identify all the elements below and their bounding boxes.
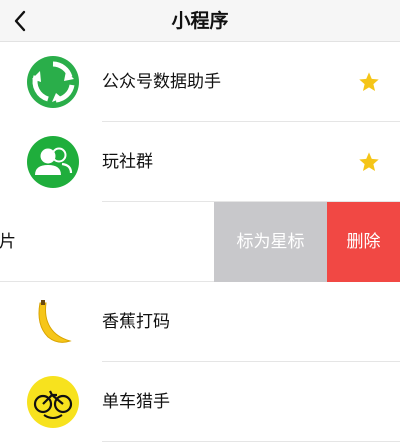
navigation-bar: 小程序: [0, 0, 400, 42]
list-item-label: 玩社群: [102, 152, 153, 172]
mark-star-button[interactable]: 标为星标: [214, 202, 327, 282]
list-item-gongzhonghao[interactable]: 公众号数据助手: [0, 42, 400, 122]
people-icon: [27, 136, 79, 188]
recycle-arrows-icon: [27, 56, 79, 108]
list-item-label: 香蕉打码: [102, 312, 170, 332]
list-item-kapian[interactable]: 卡片 标为星标 删除: [0, 202, 400, 282]
list-item-xiangjiao[interactable]: 香蕉打码: [0, 282, 400, 362]
bicycle-face-icon: [27, 376, 79, 428]
star-icon: [359, 152, 379, 171]
list-item-label: 卡片: [0, 232, 16, 252]
delete-button[interactable]: 删除: [327, 202, 400, 282]
list-item-wanshequn[interactable]: 玩社群: [0, 122, 400, 202]
list-item-label: 单车猎手: [102, 392, 170, 412]
banana-icon: [38, 300, 72, 343]
star-icon: [359, 72, 379, 91]
list-item-danche[interactable]: 单车猎手: [0, 362, 400, 442]
divider: [102, 441, 400, 442]
list-item-label: 公众号数据助手: [102, 72, 221, 92]
page-title: 小程序: [171, 10, 229, 32]
